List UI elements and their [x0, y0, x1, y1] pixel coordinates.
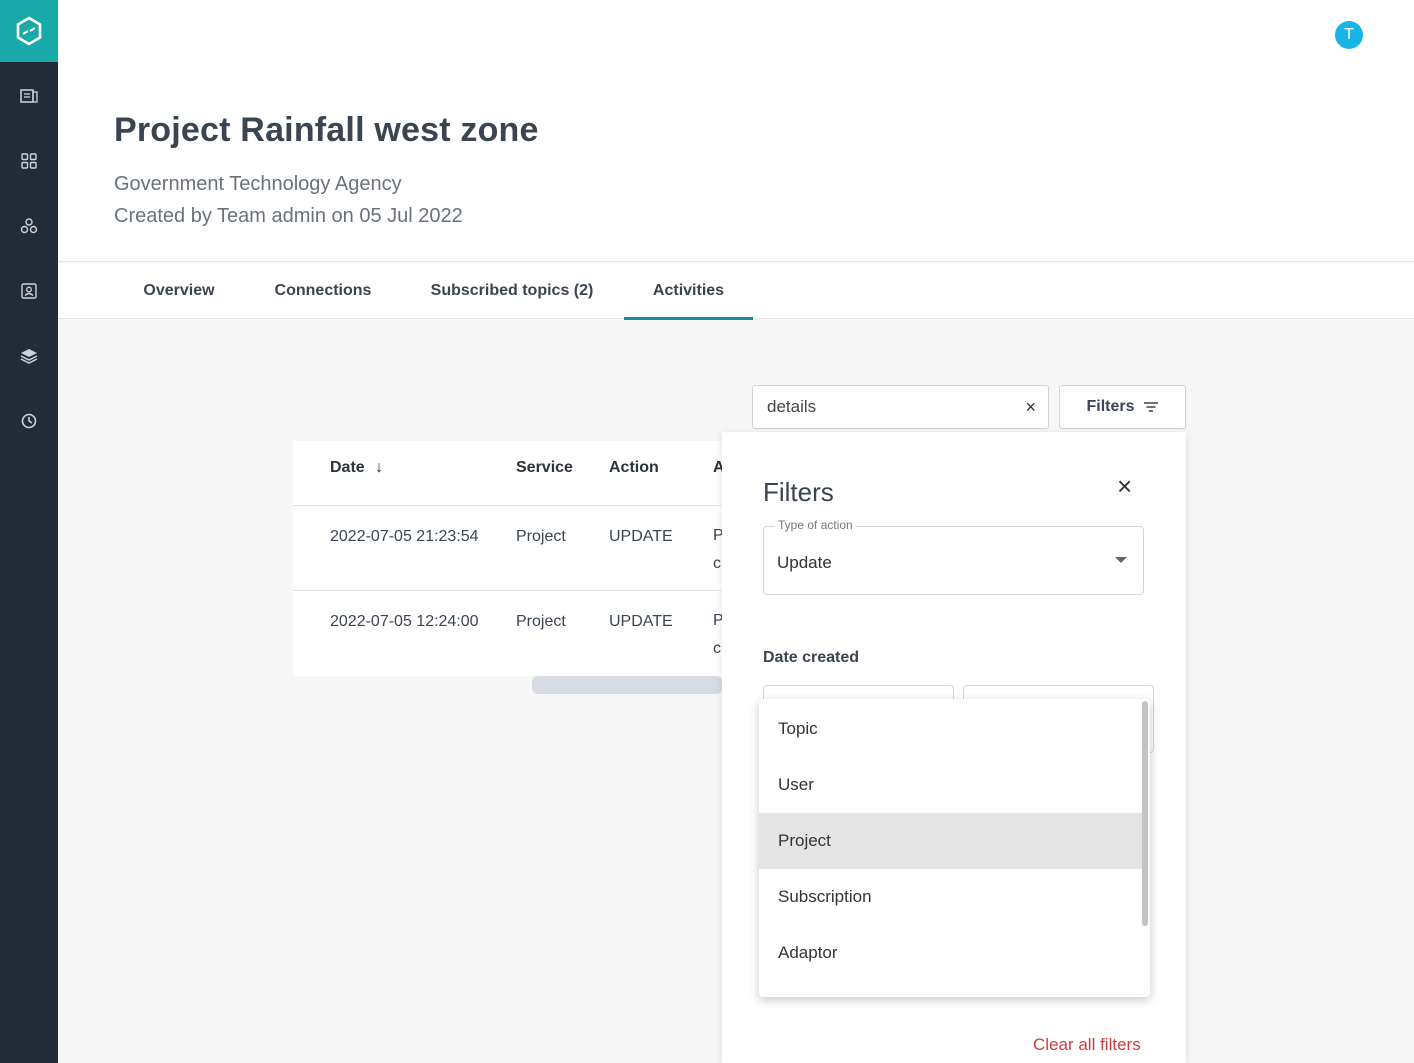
column-header-service[interactable]: Service: [516, 459, 573, 477]
column-header-action[interactable]: Action: [609, 459, 659, 477]
table-row[interactable]: 2022-07-05 12:24:00 Project UPDATE P c: [293, 590, 723, 675]
tab-activities[interactable]: Activities: [624, 263, 753, 320]
tab-bar: Overview Connections Subscribed topics (…: [58, 263, 1414, 320]
clock-icon[interactable]: [17, 409, 41, 433]
type-of-action-value: Update: [777, 553, 832, 572]
close-icon[interactable]: ×: [1117, 471, 1132, 502]
date-created-label: Date created: [763, 649, 860, 666]
tab-overview[interactable]: Overview: [114, 263, 244, 319]
clear-search-icon[interactable]: ×: [1025, 397, 1036, 418]
dropdown-option-subscription[interactable]: Subscription: [759, 869, 1142, 925]
column-header-date[interactable]: Date ↓: [330, 459, 383, 477]
filters-button-label: Filters: [1086, 398, 1135, 415]
agency-name: Government Technology Agency: [114, 173, 402, 195]
tab-connections[interactable]: Connections: [255, 263, 391, 319]
search-field: ×: [752, 385, 1049, 429]
logo-icon[interactable]: [0, 0, 58, 62]
activities-table: Date ↓ Service Action A 2022-07-05 21:23…: [293, 441, 723, 676]
sidebar: [0, 0, 58, 1063]
tab-subscribed-topics[interactable]: Subscribed topics (2): [413, 263, 611, 319]
dropdown-option-adaptor[interactable]: Adaptor: [759, 925, 1142, 981]
sort-down-icon[interactable]: ↓: [375, 459, 383, 476]
user-avatar[interactable]: T: [1335, 21, 1363, 49]
caret-down-icon: [1115, 557, 1127, 563]
dropdown-option-user[interactable]: User: [759, 757, 1142, 813]
cell-action: UPDATE: [609, 528, 673, 545]
type-of-action-select[interactable]: Type of action Update: [763, 518, 1144, 595]
project-header: T Project Rainfall west zone Government …: [58, 0, 1414, 262]
table-row[interactable]: 2022-07-05 21:23:54 Project UPDATE P c: [293, 505, 723, 590]
type-of-action-dropdown: Topic User Project Subscription Adaptor: [759, 699, 1150, 997]
type-of-action-label: Type of action: [775, 518, 856, 532]
layers-icon[interactable]: [17, 344, 41, 368]
apps-grid-icon[interactable]: [17, 149, 41, 173]
table-horizontal-scrollbar[interactable]: [532, 676, 722, 694]
dropdown-option-project[interactable]: Project: [759, 813, 1142, 869]
filters-button[interactable]: Filters: [1059, 385, 1186, 429]
network-icon[interactable]: [17, 214, 41, 238]
cell-date: 2022-07-05 12:24:00: [330, 613, 479, 630]
column-header-date-label: Date: [330, 459, 365, 476]
dropdown-option-topic[interactable]: Topic: [759, 701, 1142, 757]
contact-card-icon[interactable]: [17, 279, 41, 303]
cell-action: UPDATE: [609, 613, 673, 630]
search-input[interactable]: [767, 397, 1007, 417]
datasets-icon[interactable]: [17, 84, 41, 108]
dropdown-scrollbar[interactable]: [1142, 701, 1148, 926]
filter-lines-icon: [1143, 402, 1158, 412]
cell-service: Project: [516, 528, 566, 545]
clear-all-filters-link[interactable]: Clear all filters: [1033, 1035, 1141, 1055]
created-info: Created by Team admin on 05 Jul 2022: [114, 205, 463, 227]
cell-service: Project: [516, 613, 566, 630]
cell-date: 2022-07-05 21:23:54: [330, 528, 479, 545]
page-title: Project Rainfall west zone: [114, 111, 539, 149]
filters-panel-title: Filters: [763, 477, 834, 507]
